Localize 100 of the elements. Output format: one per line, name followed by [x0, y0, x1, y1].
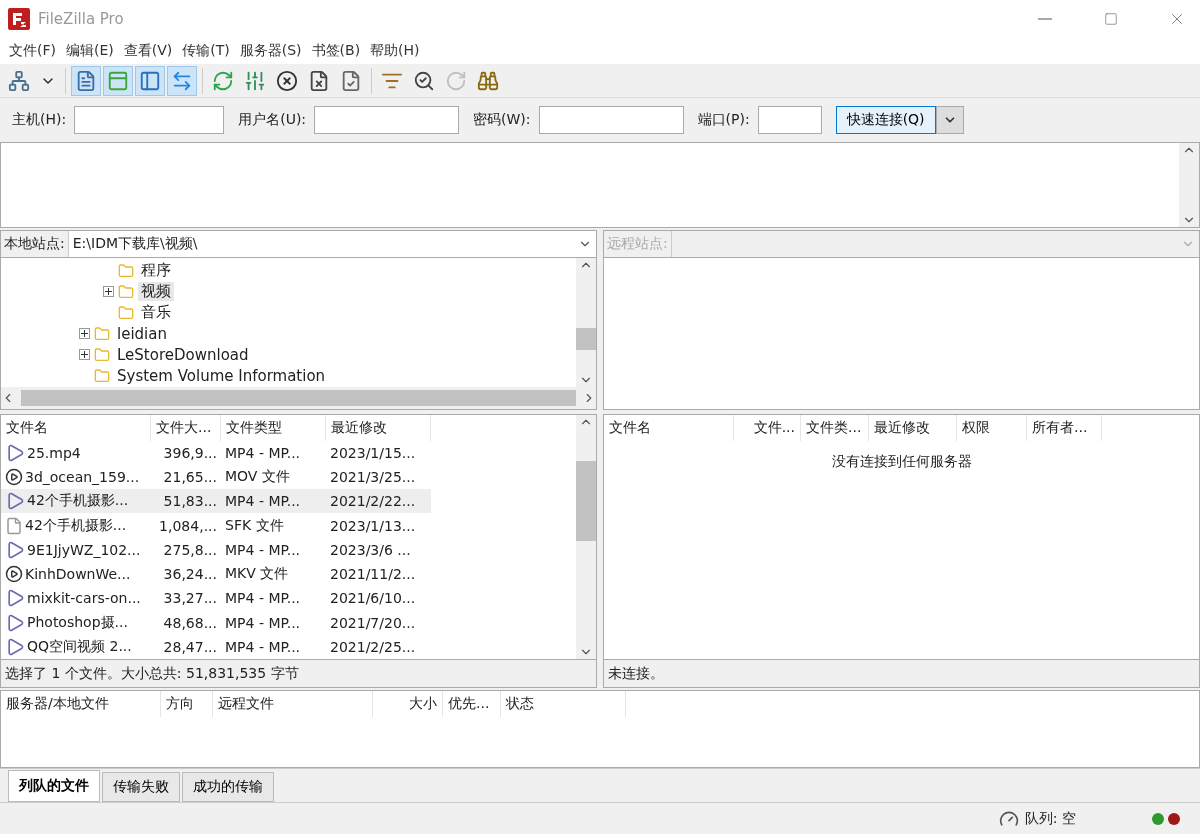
column-header[interactable]: 最近修改 [326, 415, 431, 441]
column-header[interactable]: 大小 [373, 691, 443, 717]
scrollbar-thumb[interactable] [576, 461, 596, 541]
menu-item[interactable]: 帮助(H) [365, 42, 425, 60]
table-cell-text: 396,9... [162, 444, 218, 461]
table-cell-text: 2021/7/20... [329, 614, 417, 631]
file-cross-icon [308, 69, 330, 92]
scrollbar[interactable] [576, 258, 596, 387]
sync-icon [445, 69, 467, 92]
scrollbar-thumb[interactable] [21, 390, 576, 406]
column-header[interactable]: 优先... [443, 691, 501, 717]
tab[interactable]: 列队的文件 [8, 770, 100, 802]
table-cell-text: 2021/3/25... [329, 469, 417, 486]
column-header[interactable]: 远程文件 [213, 691, 373, 717]
input-field[interactable] [74, 106, 225, 134]
table-cell-text: 2021/2/25... [329, 638, 417, 655]
expand-toggle[interactable] [79, 349, 90, 360]
file-name: Photoshop摄... [27, 613, 128, 632]
table-cell-text: MP4 - MP... [224, 541, 302, 558]
file-row[interactable]: 42个手机摄影... 1,084,... SFK 文件 2023/1/13... [1, 513, 431, 538]
sliders-icon [244, 69, 266, 92]
scrollbar[interactable] [576, 415, 596, 659]
binoculars-icon [477, 69, 499, 92]
table-cell-text: 2023/3/6 ... [329, 541, 412, 558]
panel-icon [107, 69, 129, 92]
file-row[interactable]: KinhDownWe... 36,24... MKV 文件 2021/11/2... [1, 562, 431, 587]
input-field[interactable] [757, 106, 822, 134]
horizontal-scrollbar[interactable] [1, 387, 596, 409]
table-cell-text: 2021/2/22... [329, 493, 417, 510]
table-cell-text: 28,47... [162, 638, 218, 655]
transfer-arrows-icon [171, 69, 193, 92]
folder-icon [118, 304, 134, 321]
scrollbar[interactable] [1179, 143, 1199, 227]
folder-label[interactable]: System Volume Information [114, 366, 329, 385]
file-row[interactable]: 25.mp4 396,9... MP4 - MP... 2023/1/15... [1, 440, 431, 465]
expand-toggle[interactable] [79, 328, 90, 339]
column-header[interactable]: 文件大... [151, 415, 221, 441]
tab[interactable]: 成功的传输 [182, 772, 274, 802]
menu-item[interactable]: 文件(F) [4, 42, 61, 60]
media-file-icon [5, 565, 23, 584]
table-cell-text: MKV 文件 [224, 565, 290, 584]
folder-label[interactable]: 程序 [138, 261, 174, 280]
input-field[interactable] [314, 106, 460, 134]
folder-label[interactable]: LeStoreDownload [114, 345, 252, 364]
table-cell-text: 33,27... [162, 590, 218, 607]
table-cell-text: SFK 文件 [224, 516, 285, 535]
file-row[interactable]: 9E1JjyWZ_102... 275,8... MP4 - MP... 2023/3/6 ... [1, 537, 431, 562]
table-cell-text: 275,8... [162, 541, 218, 558]
dropdown-button[interactable] [935, 106, 964, 134]
field-label: 密码(W): [473, 111, 531, 129]
expand-toggle[interactable] [103, 286, 114, 297]
file-name: 42个手机摄影... [27, 492, 129, 511]
file-row[interactable]: 3d_ocean_159... 21,65... MOV 文件 2021/3/25... [1, 464, 431, 490]
scrollbar-thumb[interactable] [576, 328, 596, 350]
file-name: 25.mp4 [27, 444, 81, 461]
panel-icon [139, 69, 161, 92]
input-field[interactable] [538, 106, 684, 134]
file-name: KinhDownWe... [25, 566, 131, 583]
field-label: 端口(P): [697, 111, 750, 129]
folder-label[interactable]: leidian [114, 324, 170, 343]
file-check-icon [340, 69, 362, 92]
menu-item[interactable]: 书签(B) [306, 42, 366, 60]
file-row[interactable]: 42个手机摄影... 51,83... MP4 - MP... 2021/2/22... [1, 489, 431, 514]
column-header[interactable]: 方向 [161, 691, 213, 717]
tab[interactable]: 传输失败 [102, 772, 180, 802]
play-icon [5, 636, 25, 657]
table-cell-text: MP4 - MP... [224, 590, 302, 607]
table-cell-text: 51,83... [162, 493, 218, 510]
menu-item[interactable]: 传输(T) [177, 42, 235, 60]
table-cell-text: 2023/1/13... [329, 517, 417, 534]
file-name: mixkit-cars-on... [27, 590, 141, 607]
folder-label[interactable]: 视频 [138, 282, 174, 301]
play-icon [5, 491, 25, 512]
file-name: QQ空间视频 2... [27, 637, 132, 656]
file-name: 42个手机摄影... [25, 516, 127, 535]
refresh-icon [212, 69, 234, 92]
folder-icon [118, 262, 134, 279]
column-header[interactable]: 文件类型 [221, 415, 326, 441]
search-icon [413, 69, 435, 92]
document-icon [75, 69, 97, 92]
file-row[interactable]: mixkit-cars-on... 33,27... MP4 - MP... 2021/6/10... [1, 586, 431, 611]
folder-icon [94, 325, 110, 342]
folder-label[interactable]: 音乐 [138, 303, 174, 322]
menu-item[interactable]: 服务器(S) [234, 42, 307, 60]
window-title: FileZilla Pro [38, 10, 125, 28]
play-icon [5, 612, 25, 633]
column-header[interactable]: 文件名 [1, 415, 151, 441]
column-header[interactable]: 服务器/本地文件 [1, 691, 161, 717]
menu-item[interactable]: 查看(V) [118, 42, 178, 60]
column-header[interactable]: 状态 [501, 691, 626, 717]
menu-item[interactable]: 编辑(E) [61, 42, 119, 60]
table-cell-text: MP4 - MP... [224, 493, 302, 510]
cancel-icon [276, 69, 298, 92]
table-cell-text: MP4 - MP... [224, 614, 302, 631]
empty-message: 没有连接到任何服务器 [830, 453, 973, 471]
selection-status: 选择了 1 个文件。大小总共: 51,831,535 字节 [0, 660, 597, 688]
file-row[interactable]: QQ空间视频 2... 28,47... MP4 - MP... 2021/2/25... [1, 634, 431, 660]
minimize-icon [1038, 18, 1052, 20]
quickconnect-button[interactable]: 快速连接(Q) [835, 106, 936, 134]
file-row[interactable]: Photoshop摄... 48,68... MP4 - MP... 2021/7/20... [1, 610, 431, 635]
